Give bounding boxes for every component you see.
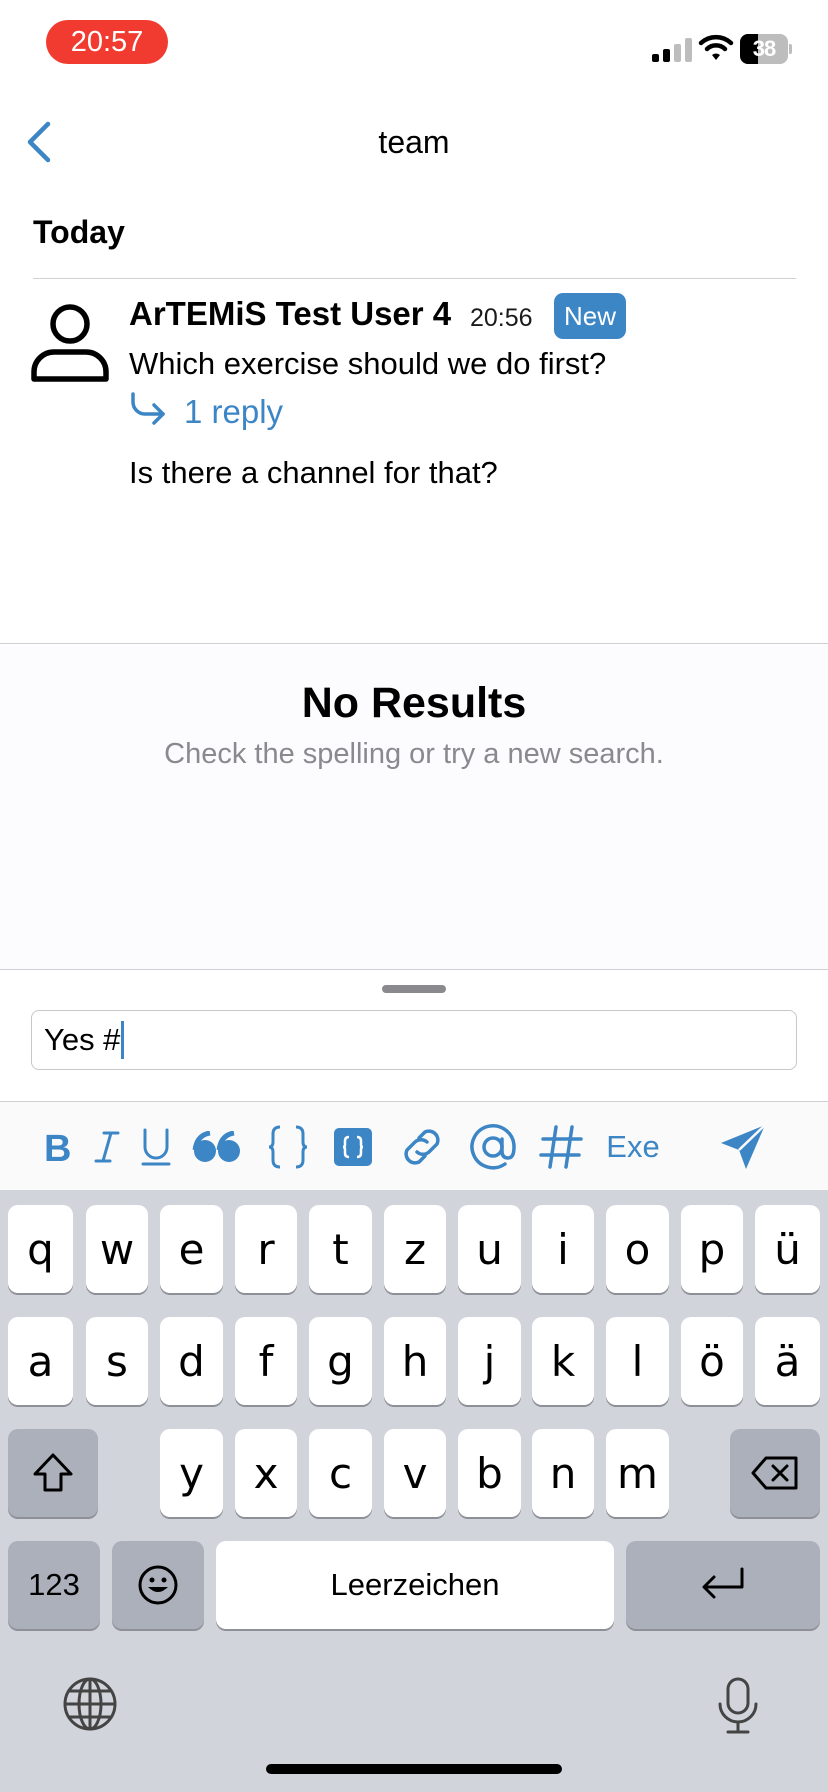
no-results-title: No Results (301, 679, 527, 727)
quote-icon[interactable] (192, 1122, 242, 1172)
key-v[interactable]: v (384, 1429, 446, 1517)
key-f[interactable]: f (235, 1317, 297, 1405)
key-m[interactable]: m (606, 1429, 669, 1517)
new-badge: New (554, 293, 626, 339)
reply-arrow-icon[interactable] (129, 392, 167, 428)
exercise-reference-button[interactable]: Exe (598, 1122, 668, 1172)
formatting-toolbar: B Exe (0, 1102, 828, 1190)
status-time: 20:57 (46, 20, 168, 64)
bold-icon[interactable]: B (40, 1122, 74, 1172)
microphone-icon[interactable] (716, 1676, 760, 1736)
key-a[interactable]: a (8, 1317, 73, 1405)
key-h[interactable]: h (384, 1317, 446, 1405)
italic-icon[interactable] (92, 1122, 122, 1172)
code-block-icon[interactable] (333, 1122, 373, 1172)
message-author[interactable]: ArTEMiS Test User 4 (129, 292, 451, 336)
return-icon (702, 1567, 744, 1599)
key-w[interactable]: w (86, 1205, 148, 1293)
key-d[interactable]: d (160, 1317, 223, 1405)
key-n[interactable]: n (532, 1429, 594, 1517)
user-avatar-icon[interactable] (30, 300, 110, 384)
battery-icon: 38 (740, 34, 792, 64)
shift-key[interactable] (8, 1429, 98, 1517)
date-header: Today (33, 214, 125, 250)
drag-handle[interactable] (382, 985, 446, 993)
return-key[interactable] (626, 1541, 820, 1629)
code-braces-icon[interactable] (266, 1122, 310, 1172)
key-o[interactable]: o (606, 1205, 669, 1293)
send-icon[interactable] (718, 1122, 768, 1172)
key-q[interactable]: q (8, 1205, 73, 1293)
message-text[interactable]: Which exercise should we do first? (129, 343, 606, 385)
mention-icon[interactable] (468, 1122, 518, 1172)
key-j[interactable]: j (458, 1317, 521, 1405)
key-r[interactable]: r (235, 1205, 297, 1293)
message-input[interactable]: Yes # (31, 1010, 797, 1070)
emoji-key[interactable] (112, 1541, 204, 1629)
delete-key[interactable] (730, 1429, 820, 1517)
key-e[interactable]: e (160, 1205, 223, 1293)
key-x[interactable]: x (235, 1429, 297, 1517)
text-caret (121, 1021, 125, 1059)
key-l[interactable]: l (606, 1317, 669, 1405)
message-preview[interactable]: Is there a channel for that? (129, 452, 498, 494)
key-p[interactable]: p (681, 1205, 743, 1293)
key-y[interactable]: y (160, 1429, 223, 1517)
globe-icon[interactable] (62, 1676, 118, 1732)
channel-title: team (378, 124, 450, 160)
key-g[interactable]: g (309, 1317, 372, 1405)
divider (33, 278, 796, 279)
battery-level: 38 (752, 36, 776, 61)
key-o-umlaut[interactable]: ö (681, 1317, 743, 1405)
svg-text:B: B (44, 1129, 71, 1165)
message-input-value: Yes # (44, 1022, 121, 1057)
key-t[interactable]: t (309, 1205, 372, 1293)
keyboard: q w e r t z u i o p ü a s d f g h j k l … (0, 1190, 828, 1792)
channel-hashtag-icon[interactable] (538, 1122, 584, 1172)
wifi-icon (698, 32, 734, 62)
no-results-subtitle: Check the spelling or try a new search. (164, 738, 664, 770)
numbers-key[interactable]: 123 (8, 1541, 100, 1629)
link-icon[interactable] (398, 1122, 446, 1172)
key-u-umlaut[interactable]: ü (755, 1205, 820, 1293)
cellular-signal-icon (652, 36, 694, 62)
shift-icon (33, 1453, 73, 1492)
home-indicator[interactable] (266, 1764, 562, 1774)
key-s[interactable]: s (86, 1317, 148, 1405)
key-k[interactable]: k (532, 1317, 594, 1405)
underline-icon[interactable] (140, 1122, 172, 1172)
backspace-icon (751, 1456, 798, 1490)
key-z[interactable]: z (384, 1205, 446, 1293)
divider (0, 969, 828, 970)
key-u[interactable]: u (458, 1205, 521, 1293)
key-a-umlaut[interactable]: ä (755, 1317, 820, 1405)
space-key[interactable]: Leerzeichen (216, 1541, 614, 1629)
message-time: 20:56 (470, 304, 533, 332)
key-b[interactable]: b (458, 1429, 521, 1517)
reply-count-link[interactable]: 1 reply (184, 390, 283, 434)
key-c[interactable]: c (309, 1429, 372, 1517)
emoji-icon (138, 1565, 178, 1605)
key-i[interactable]: i (532, 1205, 594, 1293)
